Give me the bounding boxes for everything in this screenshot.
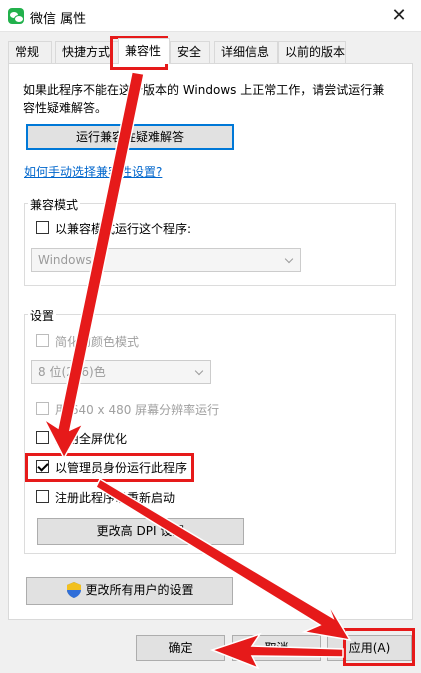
run-as-admin-label: 以管理员身份运行此程序 [55,461,188,475]
title-bar: 微信 属性 ✕ [0,0,421,32]
compat-mode-label: 兼容模式 [28,196,81,213]
tab-details[interactable]: 详细信息 [214,41,278,63]
wechat-app-icon [8,8,24,24]
troubleshoot-button[interactable]: 运行兼容性疑难解答 [26,124,234,150]
reduced-color-checkbox [36,334,49,347]
chevron-down-icon [284,254,294,264]
high-dpi-button[interactable]: 更改高 DPI 设置 [37,518,244,545]
run-as-admin-checkbox[interactable] [36,460,49,473]
close-icon[interactable]: ✕ [385,2,413,30]
all-users-button[interactable]: 更改所有用户的设置 [26,577,233,605]
reduced-color-label: 简化的颜色模式 [55,335,140,349]
compat-mode-select: Windows 8 [31,248,301,272]
intro-text: 如果此程序不能在这个版本的 Windows 上正常工作，请尝试运行兼容性疑难解答… [23,83,385,115]
tab-shortcut[interactable]: 快捷方式 [55,41,119,63]
compat-mode-group [24,203,396,286]
color-depth-select: 8 位(256)色 [31,360,211,384]
res-640-checkbox [36,402,49,415]
window-title: 微信 属性 [30,12,87,27]
disable-fullscreen-label: 禁用全屏优化 [55,432,128,446]
ok-button[interactable]: 确定 [136,635,225,661]
apply-button[interactable]: 应用(A) [327,635,412,661]
compat-mode-checkbox-label: 以兼容模式运行这个程序: [55,222,192,236]
compat-mode-select-value: Windows 8 [38,253,104,267]
manual-compat-link[interactable]: 如何手动选择兼容性设置? [24,163,162,180]
disable-fullscreen-checkbox[interactable] [36,431,49,444]
tab-security[interactable]: 安全 [170,41,210,63]
register-restart-checkbox[interactable] [36,490,49,503]
chevron-down-icon [194,366,204,376]
uac-shield-icon [67,582,81,598]
res-640-label: 用 640 x 480 屏幕分辨率运行 [55,403,220,417]
cancel-button[interactable]: 取消 [232,635,321,661]
all-users-button-label: 更改所有用户的设置 [85,583,194,597]
tab-previous-versions[interactable]: 以前的版本 [278,41,346,63]
color-depth-select-value: 8 位(256)色 [38,365,106,379]
compat-mode-checkbox[interactable] [36,221,49,234]
tab-compatibility[interactable]: 兼容性 [118,38,170,64]
compatibility-panel: 如果此程序不能在这个版本的 Windows 上正常工作，请尝试运行兼容性疑难解答… [8,63,413,620]
tab-general[interactable]: 常规 [8,41,52,63]
settings-label: 设置 [28,307,57,324]
register-restart-label: 注册此程序以重新启动 [55,491,176,505]
